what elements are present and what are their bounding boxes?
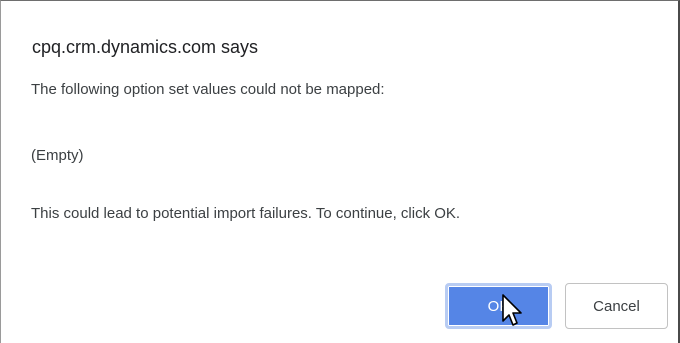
dialog-title: cpq.crm.dynamics.com says [32, 37, 259, 57]
dialog-message-line: The following option set values could no… [31, 81, 385, 98]
ok-button[interactable]: OK [445, 283, 552, 329]
dialog-message-line: This could lead to potential import fail… [31, 205, 461, 222]
alert-dialog: cpq.crm.dynamics.com says The following … [0, 0, 680, 343]
cancel-button[interactable]: Cancel [565, 283, 668, 329]
cancel-button-label: Cancel [593, 297, 640, 315]
dialog-message-empty-value: (Empty) [31, 147, 84, 164]
ok-button-label: OK [487, 297, 510, 315]
